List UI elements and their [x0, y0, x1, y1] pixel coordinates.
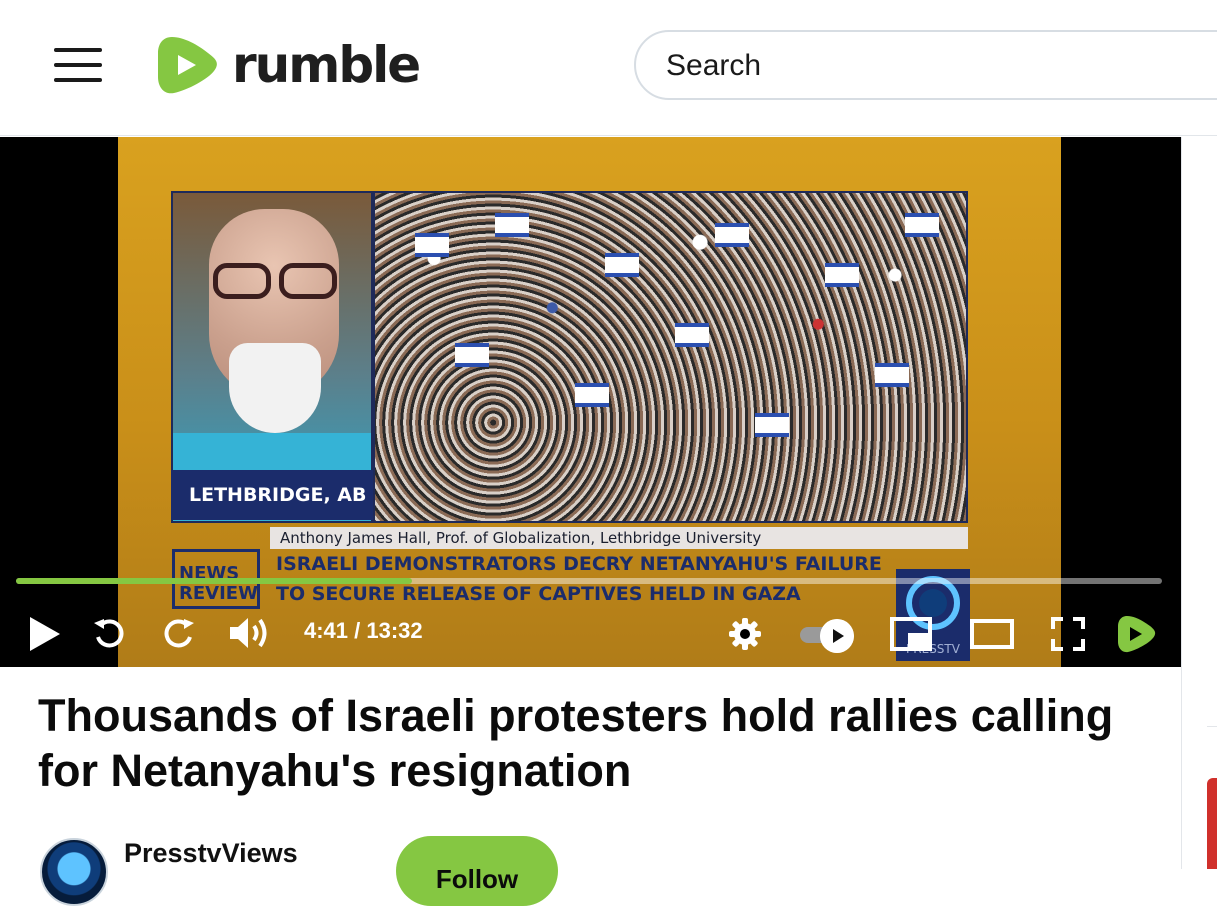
video-title: Thousands of Israeli protesters hold ral…: [38, 690, 1114, 796]
guest-beard: [229, 343, 321, 433]
search-box[interactable]: [634, 30, 1217, 100]
related-video-thumbnail[interactable]: [1207, 778, 1217, 869]
video-player[interactable]: LETHBRIDGE, AB Anthony James Hall, Prof.…: [0, 137, 1181, 667]
search-input[interactable]: [664, 46, 1217, 86]
follow-button[interactable]: Follow: [396, 836, 558, 906]
menu-icon-bar: [54, 48, 102, 52]
flag-shape: [875, 363, 909, 387]
guest-glasses: [209, 263, 341, 299]
crowd-footage: [373, 191, 968, 523]
flag-shape: [675, 323, 709, 347]
rumble-brand-icon[interactable]: [1118, 614, 1156, 654]
site-header: rumble: [0, 0, 1217, 136]
menu-icon-bar: [54, 63, 102, 67]
flag-shape: [605, 253, 639, 277]
autoplay-toggle[interactable]: [800, 619, 856, 653]
menu-button[interactable]: [54, 45, 102, 85]
flag-shape: [415, 233, 449, 257]
sidebar-divider: [1181, 137, 1182, 869]
flag-shape: [825, 263, 859, 287]
forward-icon[interactable]: [162, 615, 196, 651]
guest-caption: Anthony James Hall, Prof. of Globalizati…: [270, 527, 968, 549]
menu-icon-bar: [54, 78, 102, 82]
miniplayer-icon[interactable]: [890, 617, 932, 651]
rumble-logo[interactable]: rumble: [158, 33, 421, 97]
fullscreen-icon[interactable]: [1051, 617, 1085, 651]
flag-shape: [575, 383, 609, 407]
flag-shape: [455, 343, 489, 367]
brand-name: rumble: [232, 36, 421, 94]
rewind-icon[interactable]: [92, 615, 126, 651]
settings-icon[interactable]: [729, 618, 761, 650]
channel-avatar[interactable]: [40, 838, 108, 906]
flag-shape: [755, 413, 789, 437]
play-icon[interactable]: [28, 615, 62, 653]
theater-icon[interactable]: [970, 617, 1014, 651]
guest-location-label: LETHBRIDGE, AB: [171, 470, 373, 520]
volume-icon[interactable]: [228, 614, 272, 652]
autoplay-play-icon: [820, 619, 854, 653]
flag-shape: [495, 213, 529, 237]
channel-name[interactable]: PresstvViews: [124, 838, 298, 869]
progress-bar[interactable]: [16, 578, 1162, 584]
time-display: 4:41 / 13:32: [304, 618, 423, 643]
headline-line-1: ISRAELI DEMONSTRATORS DECRY NETANYAHU'S …: [276, 553, 882, 575]
sidebar-separator: [1207, 726, 1217, 727]
rumble-logo-icon: [158, 37, 217, 94]
progress-fill: [16, 578, 413, 584]
flag-shape: [715, 223, 749, 247]
flag-shape: [905, 213, 939, 237]
